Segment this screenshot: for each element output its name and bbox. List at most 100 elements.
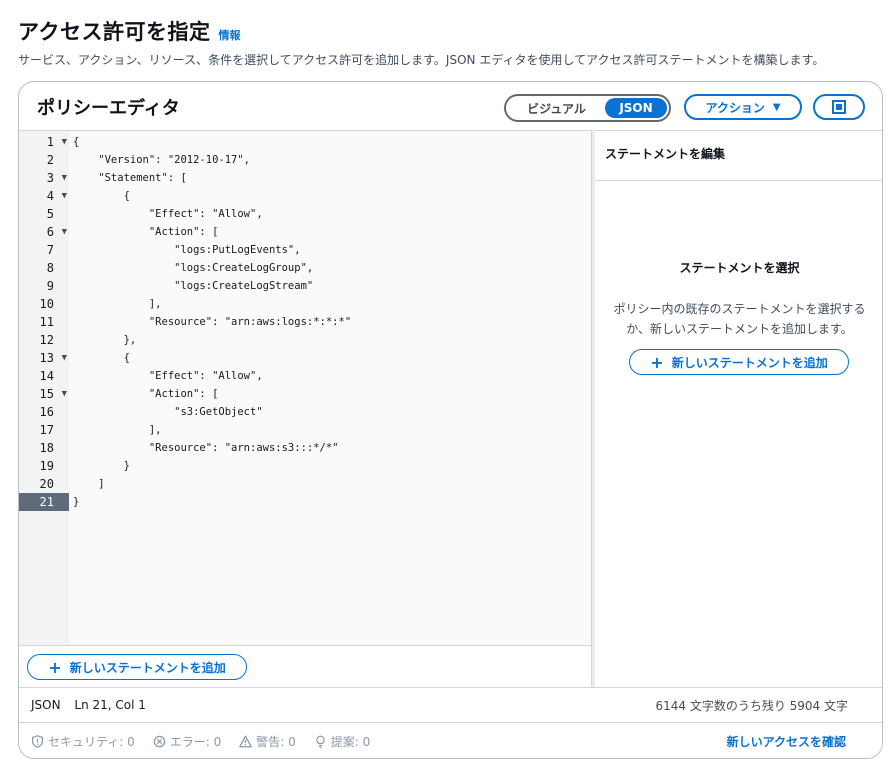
warnings-count: 警告: 0 [256, 735, 296, 749]
code-line[interactable]: ], [73, 295, 591, 313]
code-editor[interactable]: 1 ▼ 2 3 ▼ 4 ▼ 5 6 ▼ 7 8 9 10 11 12 13 ▼ 14 15 ▼ 16 17 18 19 20 21 … [19, 130, 591, 645]
suggestions-tab[interactable]: 提案: 0 [314, 733, 370, 750]
code-content[interactable]: { "Version": "2012-10-17", "Statement": … [73, 133, 591, 511]
line-number: 4 ▼ [19, 187, 69, 205]
panel-empty-description: ポリシー内の既存のステートメントを選択するか、新しいステートメントを追加します。 [613, 302, 866, 336]
code-line[interactable]: }, [73, 331, 591, 349]
errors-count: エラー: 0 [169, 735, 222, 749]
add-statement-button[interactable]: + 新しいステートメントを追加 [27, 654, 247, 680]
code-line[interactable]: "Action": [ [73, 385, 591, 403]
mode-visual-button[interactable]: ビジュアル [508, 100, 605, 117]
fold-toggle-icon[interactable]: ▼ [62, 385, 67, 403]
line-number-text: 17 [39, 423, 54, 437]
error-icon [153, 735, 166, 748]
code-line[interactable]: ], [73, 421, 591, 439]
code-line[interactable]: } [73, 493, 591, 511]
editor-footer: + 新しいステートメントを追加 [19, 645, 591, 687]
panel-empty-title: ステートメントを選択 [679, 261, 800, 275]
line-number-text: 21 [39, 495, 54, 509]
line-number: 3 ▼ [19, 169, 69, 187]
status-cursor-position: Ln 21, Col 1 [74, 698, 146, 712]
editor-header: ポリシーエディタ ビジュアル JSON アクション ▼ [19, 82, 882, 130]
code-line[interactable]: "Resource": "arn:aws:s3:::*/*" [73, 439, 591, 457]
line-number: 18 [19, 439, 69, 457]
editor-title: ポリシーエディタ [37, 98, 180, 119]
line-number-text: 11 [39, 315, 54, 329]
line-number-text: 19 [39, 459, 54, 473]
line-number-text: 20 [39, 477, 54, 491]
panel-add-statement-button[interactable]: + 新しいステートメントを追加 [629, 349, 849, 375]
code-line[interactable]: "logs:CreateLogStream" [73, 277, 591, 295]
line-number-text: 12 [39, 333, 54, 347]
line-number: 1 ▼ [19, 133, 69, 151]
code-line[interactable]: "logs:PutLogEvents", [73, 241, 591, 259]
code-line[interactable]: "s3:GetObject" [73, 403, 591, 421]
code-line[interactable]: "Resource": "arn:aws:logs:*:*:*" [73, 313, 591, 331]
line-number: 6 ▼ [19, 223, 69, 241]
statement-panel: ステートメントを編集 ステートメントを選択 ポリシー内の既存のステートメントを選… [595, 130, 882, 687]
line-number: 14 [19, 367, 69, 385]
warning-icon [239, 735, 253, 748]
line-number-text: 9 [46, 279, 54, 293]
line-number-text: 14 [39, 369, 54, 383]
fold-toggle-icon[interactable]: ▼ [62, 349, 67, 367]
plus-icon: + [650, 352, 664, 372]
line-number-text: 6 [46, 225, 54, 239]
panel-add-statement-label: 新しいステートメントを追加 [671, 355, 828, 370]
line-number-text: 16 [39, 405, 54, 419]
line-number-text: 4 [46, 189, 54, 203]
line-number: 20 [19, 475, 69, 493]
line-number-text: 5 [46, 207, 54, 221]
fold-toggle-icon[interactable]: ▼ [62, 133, 67, 151]
code-line[interactable]: "Version": "2012-10-17", [73, 151, 591, 169]
line-number: 2 [19, 151, 69, 169]
page-description: サービス、アクション、リソース、条件を選択してアクセス許可を追加します。JSON… [18, 53, 825, 67]
line-number-text: 15 [39, 387, 54, 401]
code-line[interactable]: { [73, 349, 591, 367]
code-line[interactable]: "logs:CreateLogGroup", [73, 259, 591, 277]
panel-title: ステートメントを編集 [595, 131, 882, 181]
code-line[interactable]: "Effect": "Allow", [73, 205, 591, 223]
fullscreen-icon [832, 100, 846, 114]
status-bar: JSON Ln 21, Col 1 6144 文字数のうち残り 5904 文字 [19, 687, 882, 723]
fullscreen-button[interactable] [813, 94, 865, 120]
line-number-text: 10 [39, 297, 54, 311]
line-number-text: 8 [46, 261, 54, 275]
line-number: 9 [19, 277, 69, 295]
status-char-count: 6144 文字数のうち残り 5904 文字 [655, 698, 848, 713]
plus-icon: + [48, 657, 62, 677]
code-line[interactable]: ] [73, 475, 591, 493]
mode-json-button[interactable]: JSON [605, 98, 667, 118]
errors-tab[interactable]: エラー: 0 [153, 733, 222, 750]
security-count: セキュリティ: 0 [48, 735, 135, 749]
code-line[interactable]: { [73, 133, 591, 151]
line-number-text: 1 [46, 135, 54, 149]
actions-dropdown-button[interactable]: アクション ▼ [684, 94, 802, 120]
line-number: 7 [19, 241, 69, 259]
code-line[interactable]: "Statement": [ [73, 169, 591, 187]
line-number: 19 [19, 457, 69, 475]
code-line[interactable]: } [73, 457, 591, 475]
line-number: 17 [19, 421, 69, 439]
code-line[interactable]: "Action": [ [73, 223, 591, 241]
shield-icon [31, 735, 44, 748]
page-header: アクセス許可を指定 情報 サービス、アクション、リソース、条件を選択してアクセス… [18, 16, 875, 68]
fold-toggle-icon[interactable]: ▼ [62, 187, 67, 205]
line-number-text: 13 [39, 351, 54, 365]
code-line[interactable]: "Effect": "Allow", [73, 367, 591, 385]
code-line[interactable]: { [73, 187, 591, 205]
info-link[interactable]: 情報 [218, 27, 240, 43]
line-number: 10 [19, 295, 69, 313]
security-tab[interactable]: セキュリティ: 0 [31, 733, 135, 750]
caret-down-icon: ▼ [772, 101, 781, 113]
review-access-link[interactable]: 新しいアクセスを確認 [727, 733, 846, 750]
fold-toggle-icon[interactable]: ▼ [62, 169, 67, 187]
fold-toggle-icon[interactable]: ▼ [62, 223, 67, 241]
page-title: アクセス許可を指定 [18, 20, 211, 44]
line-number: 15 ▼ [19, 385, 69, 403]
line-number: 11 [19, 313, 69, 331]
warnings-tab[interactable]: 警告: 0 [239, 733, 296, 750]
line-number: 5 [19, 205, 69, 223]
line-number-text: 18 [39, 441, 54, 455]
line-number-text: 3 [46, 171, 54, 185]
